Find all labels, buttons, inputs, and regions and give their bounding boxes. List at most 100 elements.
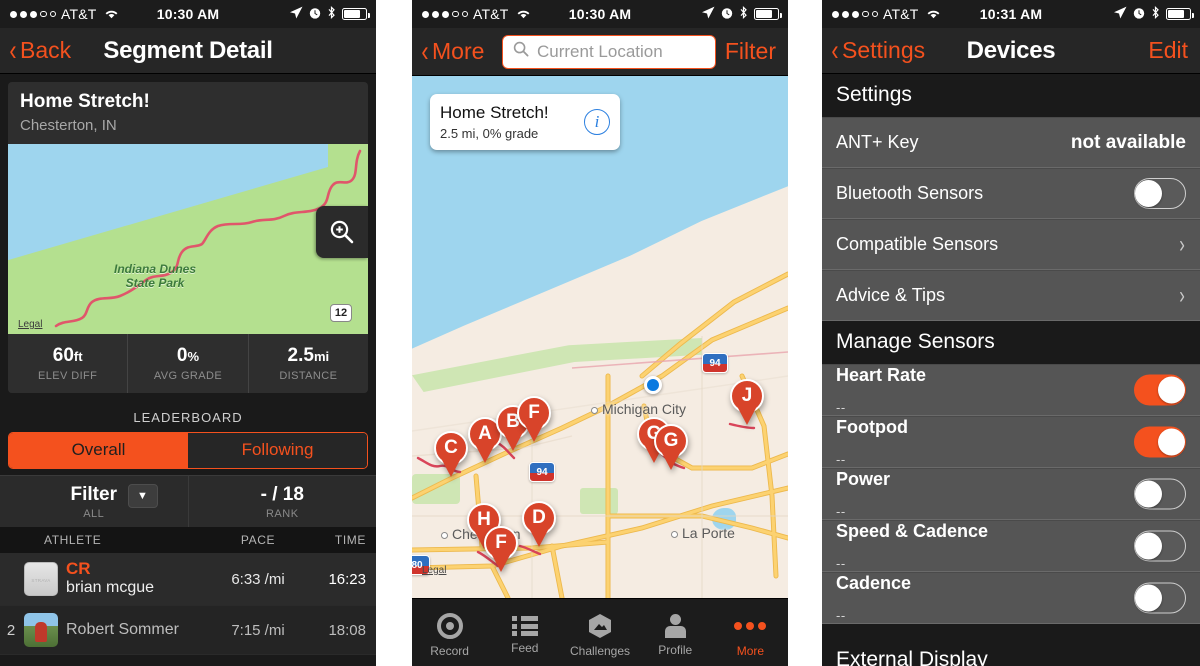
search-input[interactable]: Current Location (502, 34, 716, 69)
pin-tail (662, 453, 680, 470)
row-sublabel: -- (836, 400, 846, 415)
segment-callout[interactable]: Home Stretch! 2.5 mi, 0% grade i (430, 94, 620, 150)
row-time: 16:23 (328, 570, 366, 588)
filter-button-label: Filter (724, 38, 776, 64)
toggle-knob (1158, 376, 1185, 404)
rank-label: RANK (265, 508, 299, 520)
stat-value: 0 (176, 345, 188, 366)
map-pin-g[interactable]: G (654, 424, 688, 470)
callout-text: Home Stretch! 2.5 mi, 0% grade (440, 102, 584, 141)
map-pin-e[interactable]: F (517, 396, 551, 442)
row-bluetooth-sensors[interactable]: Bluetooth Sensors (822, 168, 1200, 219)
tab-profile[interactable]: Profile (638, 599, 713, 666)
chevron-left-icon: ‹ (9, 33, 17, 67)
back-button[interactable]: ‹ Back (0, 33, 72, 67)
speed-cadence-toggle[interactable] (1134, 530, 1186, 562)
challenges-icon (587, 613, 613, 639)
cr-badge: CR (66, 559, 91, 578)
chevron-right-icon: › (1179, 230, 1185, 258)
edit-button[interactable]: Edit (1148, 37, 1200, 64)
row-rank: 2 (6, 621, 16, 639)
row-compatible-sensors[interactable]: Compatible Sensors › (822, 219, 1200, 270)
toggle-knob (1135, 480, 1162, 508)
city-label-la-porte: La Porte (671, 525, 735, 541)
info-icon[interactable]: i (584, 108, 610, 135)
table-row[interactable]: 2 Robert Sommer 7:15 /mi 18:08 (0, 606, 376, 655)
row-sublabel: -- (836, 452, 846, 467)
row-ant-key[interactable]: ANT+ Key not available (822, 117, 1200, 168)
map-pin-c[interactable]: C (434, 431, 468, 477)
avatar (24, 613, 58, 647)
screenshot-root: AT&T 10:30 AM ‹ Back Segment Detail Home… (0, 0, 1200, 666)
tab-bar: Record Feed Challenges Profile More (412, 598, 788, 666)
city-label-michigan-city: Michigan City (590, 401, 687, 417)
tab-label: Record (430, 644, 469, 658)
nav-bar: ‹ More Current Location Filter (412, 28, 788, 76)
back-button-label: More (432, 38, 485, 64)
panel-gap (376, 0, 412, 666)
back-button-label: Back (20, 37, 72, 63)
legal-link[interactable]: Legal (18, 319, 42, 330)
row-speed-cadence[interactable]: Speed & Cadence -- (822, 520, 1200, 572)
tab-challenges[interactable]: Challenges (562, 599, 637, 666)
map-pin-d[interactable]: D (522, 501, 556, 547)
tab-overall[interactable]: Overall (9, 433, 188, 468)
map-canvas[interactable]: 94 94 80 Michigan City Chesterton La Por… (412, 76, 788, 598)
toggle-knob (1135, 584, 1162, 612)
tab-following[interactable]: Following (188, 433, 367, 468)
row-label: ANT+ Key (836, 132, 919, 152)
row-power[interactable]: Power -- (822, 468, 1200, 520)
status-bar: AT&T 10:30 AM (412, 0, 788, 28)
bluetooth-sensors-toggle[interactable] (1134, 178, 1186, 209)
status-clock: 10:30 AM (156, 6, 220, 22)
record-icon (436, 613, 463, 639)
rank-value: - / 18 (260, 484, 304, 505)
row-heart-rate[interactable]: Heart Rate -- (822, 364, 1200, 416)
back-button[interactable]: ‹ Settings (822, 35, 925, 66)
more-icon (734, 613, 767, 639)
avatar (24, 562, 58, 596)
segment-route-path (54, 149, 362, 328)
table-row[interactable]: CR brian mcgue 6:33 /mi 16:23 (0, 553, 376, 606)
screen-devices: AT&T 10:31 AM ‹ Settings Devices Edit Se… (822, 0, 1200, 666)
more-back-button[interactable]: ‹ More (412, 34, 485, 68)
row-pace: 7:15 /mi (231, 621, 285, 639)
leaderboard-column-headers: ATHLETE PACE TIME (0, 527, 376, 553)
section-header-settings: Settings (822, 74, 1200, 117)
status-bar: AT&T 10:30 AM (0, 0, 376, 28)
heart-rate-toggle[interactable] (1134, 374, 1186, 406)
footpod-toggle[interactable] (1134, 426, 1186, 458)
stat-distance: 2.5mi DISTANCE (249, 334, 368, 393)
segment-map[interactable]: Indiana Dunes State Park 12 Legal (8, 144, 368, 334)
filter-control[interactable]: Filter ALL ▼ (0, 476, 189, 527)
map-pin-j[interactable]: J (730, 379, 764, 425)
tab-record[interactable]: Record (412, 599, 487, 666)
map-pin-f[interactable]: F (484, 526, 518, 572)
tab-label: Feed (511, 641, 539, 655)
tab-label: Profile (658, 643, 693, 657)
cadence-toggle[interactable] (1134, 582, 1186, 614)
filter-dropdown-button[interactable]: ▼ (127, 484, 158, 508)
row-footpod[interactable]: Footpod -- (822, 416, 1200, 468)
filter-button[interactable]: Filter (725, 38, 788, 65)
row-cadence[interactable]: Cadence -- (822, 572, 1200, 624)
power-toggle[interactable] (1134, 478, 1186, 510)
tab-more[interactable]: More (713, 599, 788, 666)
leaderboard-segmented-control: Overall Following (8, 432, 368, 469)
map-zoom-button[interactable] (316, 206, 368, 258)
stat-avg-grade: 0% AVG GRADE (128, 334, 249, 393)
row-advice-tips[interactable]: Advice & Tips › (822, 270, 1200, 321)
toggle-knob (1158, 428, 1185, 456)
row-value: not available (1070, 131, 1186, 153)
filter-label: Filter (70, 484, 117, 505)
chevron-left-icon: ‹ (421, 34, 429, 68)
legal-link[interactable]: Legal (422, 565, 446, 576)
callout-subtitle: 2.5 mi, 0% grade (440, 126, 539, 141)
leaderboard-title: LEADERBOARD (0, 401, 376, 432)
status-clock: 10:30 AM (568, 6, 632, 22)
pin-tail (476, 446, 494, 463)
panel-gap (788, 0, 822, 666)
pin-tail (530, 530, 548, 547)
tab-feed[interactable]: Feed (487, 599, 562, 666)
column-header-pace: PACE (240, 533, 276, 547)
